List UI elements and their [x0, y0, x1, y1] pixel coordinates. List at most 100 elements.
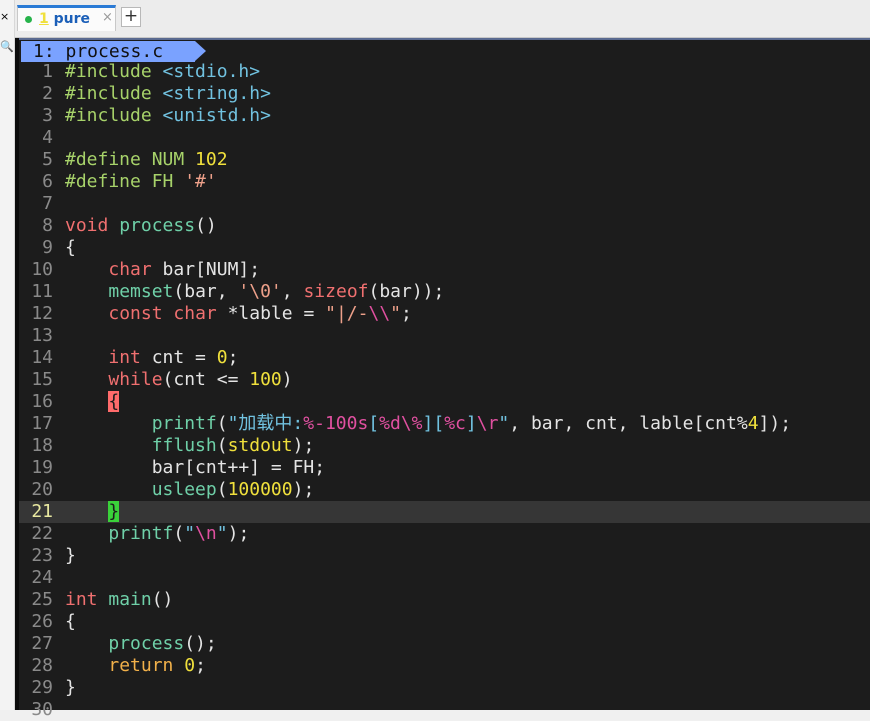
- line-number: 11: [31, 281, 53, 302]
- add-tab-button[interactable]: +: [121, 7, 141, 27]
- line-code: void process(): [65, 215, 217, 236]
- line-number: 20: [31, 479, 53, 500]
- search-icon[interactable]: 🔍: [0, 40, 14, 53]
- line-number: 5: [42, 149, 53, 170]
- line-code: memset(bar, '\0', sizeof(bar));: [108, 281, 445, 302]
- line-number: 28: [31, 655, 53, 676]
- line-number: 1: [42, 61, 53, 82]
- code-line: 25 int main(): [19, 589, 870, 611]
- code-line: 7: [19, 193, 870, 215]
- line-number: 9: [42, 237, 53, 258]
- line-code: fflush(stdout);: [151, 435, 315, 456]
- line-number: 21: [31, 501, 53, 522]
- line-code: while(cnt <= 100): [108, 369, 293, 390]
- line-code: #include <string.h>: [65, 83, 271, 104]
- code-line: 4: [19, 127, 870, 149]
- tab-name: pure: [53, 11, 91, 27]
- code-line: 11 memset(bar, '\0', sizeof(bar));: [19, 281, 870, 303]
- code-line: 9{: [19, 237, 870, 259]
- code-line: 1 #include <stdio.h>: [19, 61, 870, 83]
- code-line: 19 bar[cnt++] = FH;: [19, 457, 870, 479]
- code-line: 5 #define NUM 102: [19, 149, 870, 171]
- line-code: const char *lable = "|/-\\";: [108, 303, 412, 324]
- line-code: {: [65, 611, 76, 632]
- close-icon[interactable]: ×: [0, 10, 9, 23]
- code-line: 6 #define FH '#': [19, 171, 870, 193]
- line-number: 3: [42, 105, 53, 126]
- tabline-divider: [19, 38, 870, 40]
- line-number: 29: [31, 677, 53, 698]
- line-number: 26: [31, 611, 53, 632]
- line-number: 13: [31, 325, 53, 346]
- line-code: }: [65, 677, 76, 698]
- code-lines: 1 #include <stdio.h> 2 #include <string.h>…: [19, 61, 870, 721]
- code-line: 29}: [19, 677, 870, 699]
- line-code: return 0;: [108, 655, 206, 676]
- code-line: 14 int cnt = 0;: [19, 347, 870, 369]
- line-number: 10: [31, 259, 53, 280]
- line-number: 2: [42, 83, 53, 104]
- line-number: 27: [31, 633, 53, 654]
- line-number: 19: [31, 457, 53, 478]
- line-code: {: [65, 391, 120, 413]
- code-line: 20 usleep(100000);: [19, 479, 870, 501]
- line-number: 6: [42, 171, 53, 192]
- line-code: int main(): [65, 589, 174, 610]
- line-number: 25: [31, 589, 53, 610]
- line-number: 15: [31, 369, 53, 390]
- code-line: 15 while(cnt <= 100): [19, 369, 870, 391]
- line-code: int cnt = 0;: [108, 347, 239, 368]
- line-number: 17: [31, 413, 53, 434]
- buffer-label-text: 1: process.c: [33, 41, 164, 62]
- line-code: usleep(100000);: [151, 479, 315, 500]
- status-dot-icon: [25, 16, 32, 23]
- cursor-line: 21 }: [19, 501, 870, 523]
- code-line: 27 process();: [19, 633, 870, 655]
- code-line: 10 char bar[NUM];: [19, 259, 870, 281]
- line-code: printf("加载中:%-100s[%d\%][%c]\r", bar, cn…: [151, 413, 792, 434]
- line-number: 22: [31, 523, 53, 544]
- line-code: #include <unistd.h>: [65, 105, 271, 126]
- tab-title: 1 pure: [39, 11, 90, 27]
- tab-close-icon[interactable]: ×: [102, 10, 113, 25]
- matching-brace: {: [108, 391, 120, 412]
- line-number: 18: [31, 435, 53, 456]
- terminal-editor[interactable]: 1: process.c 1 #include <stdio.h> 2 #inclu…: [15, 38, 870, 720]
- line-number: 12: [31, 303, 53, 324]
- code-line: 18 fflush(stdout);: [19, 435, 870, 457]
- line-code: #include <stdio.h>: [65, 61, 261, 82]
- line-code: #define NUM 102: [65, 149, 228, 170]
- line-code: }: [65, 545, 76, 566]
- code-line: 28 return 0;: [19, 655, 870, 677]
- code-line: 3 #include <unistd.h>: [19, 105, 870, 127]
- line-code: {: [65, 237, 76, 258]
- tab-index: 1: [39, 11, 49, 27]
- line-number: 23: [31, 545, 53, 566]
- line-code: process();: [108, 633, 217, 654]
- line-number: 30: [31, 699, 53, 720]
- line-code: char bar[NUM];: [108, 259, 261, 280]
- code-line: 8 void process(): [19, 215, 870, 237]
- line-number: 7: [42, 193, 53, 214]
- code-line: 12 const char *lable = "|/-\\";: [19, 303, 870, 325]
- line-code: #define FH '#': [65, 171, 217, 192]
- code-line: 13: [19, 325, 870, 347]
- line-code: printf("\n");: [108, 523, 250, 544]
- line-number: 4: [42, 127, 53, 148]
- line-number: 14: [31, 347, 53, 368]
- line-number: 8: [42, 215, 53, 236]
- line-code: bar[cnt++] = FH;: [151, 457, 326, 478]
- buffer-arrow-icon: [195, 41, 206, 61]
- code-line: 30: [19, 699, 870, 721]
- code-line: 2 #include <string.h>: [19, 83, 870, 105]
- code-line: 17 printf("加载中:%-100s[%d\%][%c]\r", bar,…: [19, 413, 870, 435]
- line-number: 24: [31, 567, 53, 588]
- session-tab[interactable]: 1 pure ×: [17, 5, 116, 31]
- code-line: 22 printf("\n");: [19, 523, 870, 545]
- code-line: 16 {: [19, 391, 870, 413]
- code-line: 26 {: [19, 611, 870, 633]
- tab-bar: 1 pure × +: [15, 0, 870, 38]
- code-line: 23}: [19, 545, 870, 567]
- line-number: 16: [31, 391, 53, 412]
- line-code: }: [65, 501, 120, 523]
